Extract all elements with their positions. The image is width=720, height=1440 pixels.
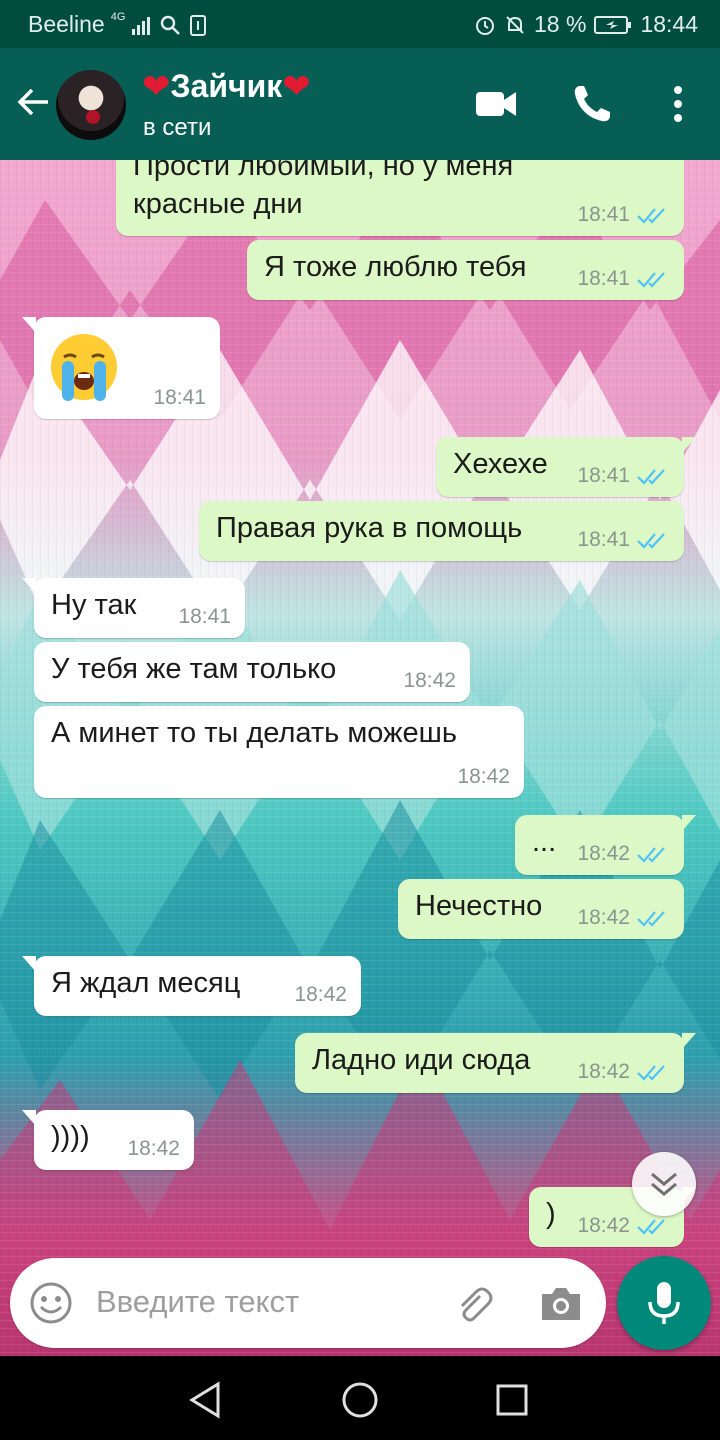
message-text: )))) (51, 1121, 90, 1153)
message-bubble-incoming[interactable]: У тебя же там только 18:42 (34, 642, 470, 702)
nav-back-icon[interactable] (186, 1380, 226, 1420)
message-bubble-incoming[interactable]: Я ждал месяц 18:42 (22, 956, 361, 1016)
battery-level: 18 % (534, 11, 587, 37)
contact-name-label: Зайчик (170, 68, 283, 104)
clock: 18:44 (640, 11, 698, 37)
message-bubble-incoming[interactable]: )))) 18:42 (22, 1110, 194, 1170)
contact-avatar[interactable] (56, 70, 126, 140)
voice-call-icon[interactable] (566, 78, 618, 130)
heart-icon: ❤ (142, 67, 171, 106)
message-time: 18:42 (577, 1214, 630, 1237)
message-time: 18:42 (457, 765, 510, 788)
heart-icon: ❤ (282, 67, 311, 106)
message-time: 18:42 (577, 842, 630, 865)
read-receipt-icon (637, 911, 665, 927)
emoji-icon[interactable] (28, 1280, 74, 1326)
loudly-crying-face-emoji (51, 334, 117, 401)
message-time: 18:41 (577, 528, 630, 551)
message-text: Ладно иди сюда (312, 1044, 531, 1076)
message-bubble-outgoing[interactable]: Правая рука в помощь 18:41 (199, 501, 684, 561)
message-bubble-outgoing[interactable]: ... 18:42 (515, 815, 696, 875)
attachment-icon[interactable] (450, 1282, 494, 1326)
read-receipt-icon (637, 272, 665, 288)
scroll-to-bottom-button[interactable] (632, 1152, 696, 1216)
sim-card-icon (190, 14, 207, 36)
message-text: Ну так (51, 589, 137, 621)
message-time: 18:41 (577, 464, 630, 487)
read-receipt-icon (637, 847, 665, 863)
message-text: Я тоже люблю тебя (264, 251, 527, 283)
read-receipt-icon (637, 533, 665, 549)
contact-name[interactable]: ❤ Зайчик ❤ (142, 68, 311, 105)
message-bubble-outgoing[interactable]: Хехехе 18:41 (436, 437, 696, 497)
camera-icon[interactable] (538, 1282, 584, 1326)
message-bubble-outgoing[interactable]: Ладно иди сюда 18:42 (295, 1033, 696, 1093)
chat-header: ❤ Зайчик ❤ в сети (0, 48, 720, 160)
message-text: ) (546, 1198, 556, 1230)
message-bubble-incoming[interactable]: 18:41 (22, 317, 220, 419)
message-text: Я ждал месяц (51, 967, 241, 999)
message-bubble-incoming[interactable]: Ну так 18:41 (22, 578, 245, 638)
status-bar: Beeline 4G 18 % 18:44 (0, 0, 720, 48)
message-bubble-outgoing[interactable]: Прости любимый, но у меня красные дни 18… (116, 160, 684, 236)
video-call-icon[interactable] (470, 78, 522, 130)
message-text: Нечестно (415, 890, 543, 922)
message-text: Правая рука в помощь (216, 512, 523, 544)
system-navigation-bar (0, 1358, 720, 1440)
nav-home-icon[interactable] (340, 1380, 380, 1420)
voice-message-button[interactable] (617, 1256, 711, 1350)
read-receipt-icon (637, 208, 665, 224)
message-text: Прости любимый, но у меня (133, 160, 514, 182)
carrier-name: Beeline (28, 11, 105, 37)
back-arrow-icon[interactable] (14, 82, 54, 122)
message-text: Хехехе (453, 448, 548, 480)
message-bubble-outgoing[interactable]: Я тоже люблю тебя 18:41 (247, 240, 684, 300)
more-options-icon[interactable] (652, 78, 704, 130)
message-time: 18:41 (153, 386, 206, 409)
read-receipt-icon (637, 469, 665, 485)
contact-status: в сети (143, 114, 212, 141)
signal-icon (132, 16, 151, 35)
message-time: 18:42 (294, 983, 347, 1006)
message-bubble-incoming[interactable]: А минет то ты делать можешь 18:42 (34, 706, 524, 798)
alarm-icon (476, 16, 494, 35)
whatsapp-chat-screen: Beeline 4G 18 % 18:44 ❤ Зайчик ❤ в сети (0, 0, 720, 1440)
message-time: 18:42 (403, 669, 456, 692)
message-time: 18:41 (577, 203, 630, 226)
message-text: красные дни (133, 188, 303, 220)
read-receipt-icon (637, 1219, 665, 1235)
network-type: 4G (110, 10, 126, 23)
nav-recents-icon[interactable] (492, 1380, 532, 1420)
message-time: 18:41 (178, 605, 231, 628)
message-time: 18:42 (577, 906, 630, 929)
message-text: ... (532, 826, 557, 858)
read-receipt-icon (637, 1065, 665, 1081)
search-icon (161, 15, 181, 35)
message-text: У тебя же там только (51, 653, 337, 685)
message-text: А минет то ты делать можешь (51, 717, 457, 749)
message-composer: Введите текст (10, 1258, 606, 1348)
message-time: 18:41 (577, 267, 630, 290)
message-list[interactable]: Прости любимый, но у меня красные дни 18… (0, 160, 720, 1356)
message-time: 18:42 (127, 1137, 180, 1160)
message-time: 18:42 (577, 1060, 630, 1083)
battery-icon (594, 15, 632, 34)
message-input[interactable]: Введите текст (96, 1284, 299, 1320)
microphone-icon (648, 1282, 680, 1324)
message-bubble-outgoing[interactable]: Нечестно 18:42 (398, 879, 684, 939)
double-chevron-down-icon (651, 1172, 677, 1196)
notifications-off-icon (506, 15, 524, 34)
